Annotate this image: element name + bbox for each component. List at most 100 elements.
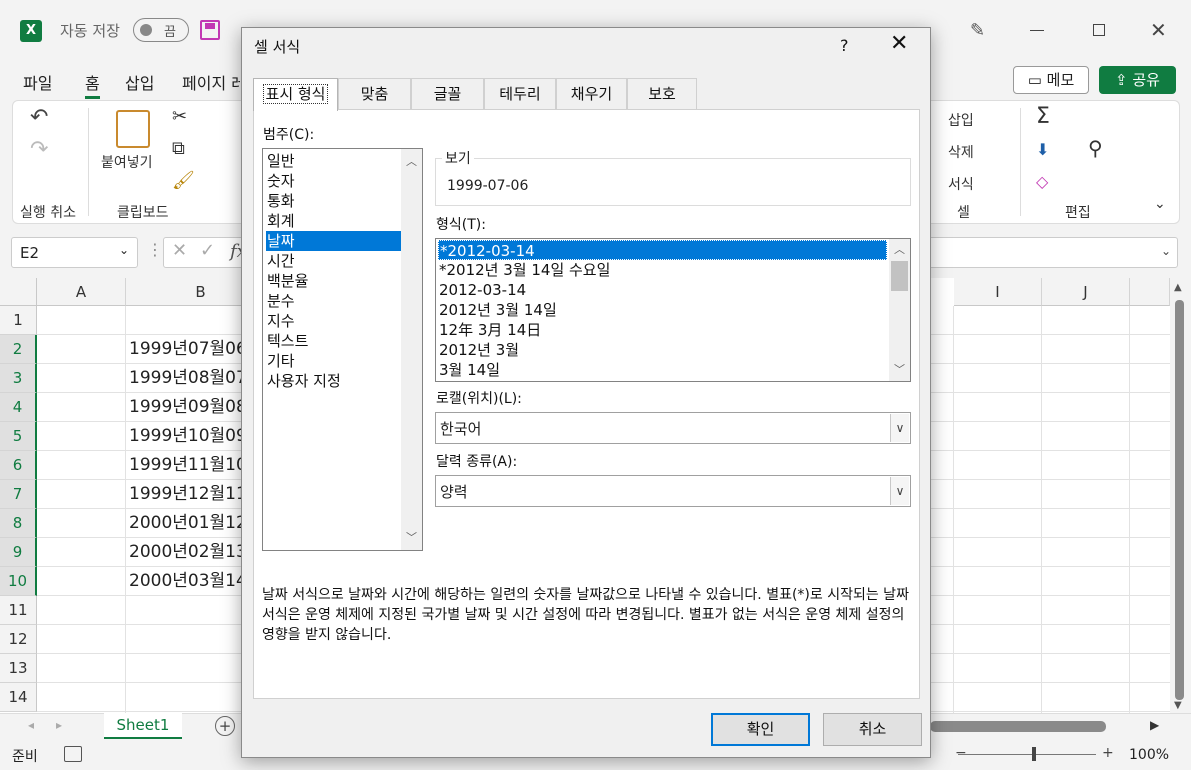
pen-icon[interactable]: ✎ [970, 20, 985, 41]
chevron-down-icon[interactable]: ∨ [890, 414, 909, 442]
memo-button[interactable]: ▭ 메모 [1013, 66, 1089, 94]
type-item[interactable]: *2012년 3월 14일 수요일 [438, 260, 887, 280]
column-header-j[interactable]: J [1042, 278, 1130, 306]
category-item[interactable]: 백분율 [266, 271, 401, 291]
column-header-i[interactable]: I [954, 278, 1042, 306]
redo-icon[interactable]: ↷ [30, 137, 48, 162]
zoom-in-icon[interactable]: + [1102, 745, 1114, 761]
row-header[interactable]: 11 [0, 596, 37, 625]
tab-fill[interactable]: 채우기 [556, 78, 627, 110]
type-item[interactable]: 2012년 3월 14일 [438, 300, 887, 320]
category-item[interactable]: 기타 [266, 351, 401, 371]
share-button[interactable]: ⇪ 공유 [1099, 66, 1176, 94]
zoom-slider[interactable] [958, 754, 1096, 755]
tab-border[interactable]: 테두리 [484, 78, 556, 110]
scroll-down-icon[interactable]: ▼ [1174, 700, 1182, 711]
cell-b[interactable] [126, 683, 242, 712]
scroll-thumb[interactable] [891, 261, 908, 291]
next-sheet-icon[interactable]: ▸ [56, 718, 62, 732]
cell-b[interactable]: 1999년12월11 [126, 480, 242, 509]
save-icon[interactable] [200, 20, 220, 40]
cell-b[interactable]: 1999년10월09 [126, 422, 242, 451]
row-header[interactable]: 5 [0, 422, 37, 451]
select-all-corner[interactable] [0, 278, 37, 306]
clear-icon[interactable]: ◇ [1036, 172, 1048, 191]
name-box[interactable]: E2 ⌄ [11, 237, 138, 268]
column-header-k[interactable] [1130, 278, 1170, 306]
type-item[interactable]: 12年 3月 14日 [438, 320, 887, 340]
category-item[interactable]: 분수 [266, 291, 401, 311]
row-header[interactable]: 13 [0, 654, 37, 683]
row-header[interactable]: 2 [0, 335, 37, 364]
scroll-right-icon[interactable]: ▶ [1150, 718, 1159, 732]
tab-number[interactable]: 표시 형식 [253, 78, 338, 111]
category-item[interactable]: 지수 [266, 311, 401, 331]
type-item[interactable]: *2012-03-14 [438, 240, 887, 260]
accessibility-icon[interactable] [64, 746, 82, 762]
cell-b[interactable] [126, 625, 242, 654]
tab-insert[interactable]: 삽입 [125, 70, 154, 94]
tab-page-layout[interactable]: 페이지 레 [182, 70, 240, 94]
expand-formula-icon[interactable]: ⌄ [1161, 244, 1171, 258]
type-scrollbar[interactable]: ︿ ﹀ [889, 239, 910, 381]
scroll-up-icon[interactable]: ︿ [403, 153, 420, 169]
confirm-entry-icon[interactable]: ✓ [200, 240, 215, 261]
type-item[interactable]: 3월 14일 [438, 360, 887, 380]
cell-b[interactable]: 1999년08월07 [126, 364, 242, 393]
tab-protection[interactable]: 보호 [627, 78, 697, 110]
row-header[interactable]: 10 [0, 567, 37, 596]
calendar-dropdown[interactable]: 양력 ∨ [435, 475, 911, 507]
category-scrollbar[interactable]: ︿ ﹀ [401, 149, 422, 550]
minimize-icon[interactable] [1030, 30, 1044, 31]
scroll-up-icon[interactable]: ︿ [891, 241, 908, 257]
row-header[interactable]: 9 [0, 538, 37, 567]
type-item[interactable]: 2012년 3월 [438, 340, 887, 360]
zoom-slider-thumb[interactable] [1032, 747, 1036, 761]
delete-cells-label[interactable]: 삭제 [948, 142, 974, 162]
cancel-button[interactable]: 취소 [823, 713, 922, 746]
cell-b[interactable]: 2000년03월14 [126, 567, 242, 596]
locale-dropdown[interactable]: 한국어 ∨ [435, 412, 911, 444]
close-window-icon[interactable]: ✕ [1150, 18, 1167, 42]
column-header-a[interactable]: A [37, 278, 126, 306]
row-header[interactable]: 8 [0, 509, 37, 538]
category-item[interactable]: 일반 [266, 151, 401, 171]
undo-icon[interactable]: ↶ [30, 105, 48, 130]
help-icon[interactable]: ? [840, 36, 849, 55]
scroll-down-icon[interactable]: ﹀ [891, 361, 908, 377]
category-item[interactable]: 텍스트 [266, 331, 401, 351]
cut-icon[interactable]: ✂ [172, 106, 187, 127]
copy-icon[interactable]: ⧉ [172, 138, 185, 159]
cell-b[interactable] [126, 654, 242, 683]
paste-icon[interactable] [116, 110, 150, 148]
autosum-icon[interactable]: Σ [1036, 104, 1050, 129]
scroll-down-icon[interactable]: ﹀ [403, 529, 420, 545]
tab-home[interactable]: 홈 [85, 70, 100, 99]
add-sheet-icon[interactable]: + [215, 716, 235, 736]
category-list[interactable]: 일반 숫자 통화 회계 날짜 시간 백분율 분수 지수 텍스트 기타 사용자 지정 ︿ ﹀ [262, 148, 423, 551]
tab-font[interactable]: 글꼴 [411, 78, 484, 110]
type-list[interactable]: *2012-03-14 *2012년 3월 14일 수요일 2012-03-14 20… [435, 238, 911, 382]
cell-b[interactable]: 2000년02월13 [126, 538, 242, 567]
ok-button[interactable]: 확인 [711, 713, 810, 746]
cell-b[interactable]: 1999년09월08 [126, 393, 242, 422]
paste-label[interactable]: 붙여넣기 [101, 152, 153, 172]
row-header[interactable]: 6 [0, 451, 37, 480]
chevron-down-icon[interactable]: ∨ [890, 477, 909, 505]
category-item[interactable]: 날짜 [266, 231, 401, 251]
row-header[interactable]: 3 [0, 364, 37, 393]
insert-cells-label[interactable]: 삽입 [948, 110, 974, 130]
sheet-tab[interactable]: Sheet1 [104, 713, 182, 739]
scroll-thumb[interactable] [1175, 300, 1184, 700]
cell-b[interactable] [126, 306, 242, 335]
category-item[interactable]: 사용자 지정 [266, 371, 401, 391]
cell-b[interactable]: 1999년07월06 [126, 335, 242, 364]
tab-file[interactable]: 파일 [23, 70, 52, 94]
prev-sheet-icon[interactable]: ◂ [28, 718, 34, 732]
category-item[interactable]: 시간 [266, 251, 401, 271]
type-item[interactable]: 2012-03-14 [438, 280, 887, 300]
row-header[interactable]: 1 [0, 306, 37, 335]
scroll-up-icon[interactable]: ▲ [1174, 282, 1182, 293]
category-item[interactable]: 통화 [266, 191, 401, 211]
fill-icon[interactable]: ⬇ [1036, 140, 1049, 159]
